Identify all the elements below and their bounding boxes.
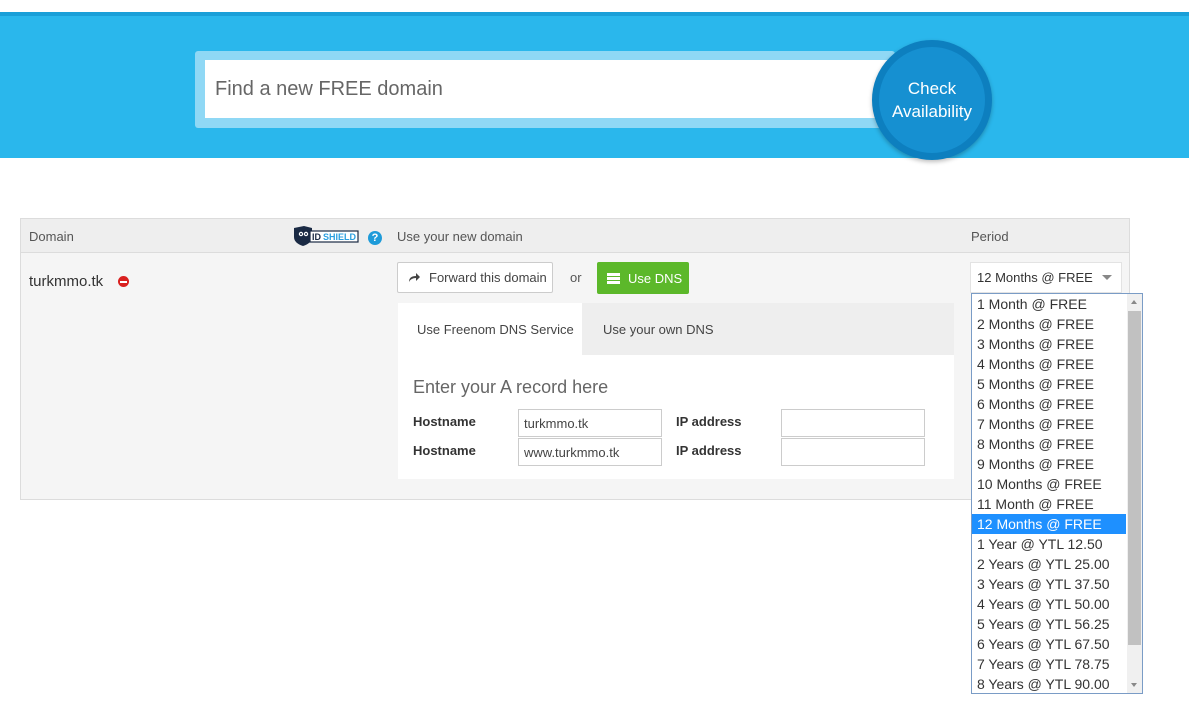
ip-address-label: IP address [676, 443, 742, 458]
tab-freenom-dns[interactable]: Use Freenom DNS Service [398, 303, 582, 355]
svg-text:SHIELD: SHIELD [323, 232, 357, 242]
period-option[interactable]: 11 Month @ FREE [972, 494, 1126, 514]
period-option[interactable]: 8 Months @ FREE [972, 434, 1126, 454]
check-availability-label-line1: Check [907, 79, 957, 98]
header-use-domain: Use your new domain [397, 229, 523, 244]
a-record-title: Enter your A record here [413, 377, 609, 397]
period-option[interactable]: 8 Years @ YTL 90.00 [972, 674, 1126, 693]
period-option[interactable]: 4 Years @ YTL 50.00 [972, 594, 1126, 614]
search-hero: Check Availability [0, 12, 1189, 160]
or-text: or [570, 270, 582, 285]
domain-search-input[interactable] [205, 60, 905, 118]
period-option[interactable]: 9 Months @ FREE [972, 454, 1126, 474]
period-option-selected[interactable]: 12 Months @ FREE [972, 514, 1126, 534]
dns-panel: Use Freenom DNS Service Use your own DNS… [398, 303, 954, 479]
list-icon [607, 272, 620, 284]
scroll-down-arrow-icon[interactable] [1127, 677, 1142, 693]
header-domain: Domain [29, 229, 74, 244]
period-option[interactable]: 10 Months @ FREE [972, 474, 1126, 494]
use-dns-label: Use DNS [628, 270, 683, 286]
period-option[interactable]: 3 Years @ YTL 37.50 [972, 574, 1126, 594]
idshield-logo: ID SHIELD [294, 226, 359, 246]
scroll-thumb[interactable] [1128, 311, 1141, 645]
ip-address-field[interactable] [781, 409, 925, 437]
period-option[interactable]: 1 Year @ YTL 12.50 [972, 534, 1126, 554]
period-option[interactable]: 2 Months @ FREE [972, 314, 1126, 334]
ip-address-label: IP address [676, 414, 742, 429]
search-bar [195, 51, 905, 128]
forward-arrow-icon [409, 273, 420, 282]
ip-address-field[interactable] [781, 438, 925, 466]
forward-domain-button[interactable]: Forward this domain [397, 262, 553, 293]
period-option[interactable]: 7 Years @ YTL 78.75 [972, 654, 1126, 674]
period-option[interactable]: 5 Months @ FREE [972, 374, 1126, 394]
check-availability-button[interactable]: Check Availability [872, 40, 992, 160]
top-white-strip [0, 0, 1189, 12]
domain-name: turkmmo.tk [29, 273, 104, 290]
a-record-form: Enter your A record here Hostname IP add… [398, 355, 954, 479]
period-option[interactable]: 3 Months @ FREE [972, 334, 1126, 354]
dns-tabs: Use Freenom DNS Service Use your own DNS [398, 303, 954, 355]
period-option[interactable]: 1 Month @ FREE [972, 294, 1126, 314]
table-header: Domain ID SHIELD ? Use your new domain P… [21, 219, 1129, 253]
domain-table: Domain ID SHIELD ? Use your new domain P… [20, 218, 1130, 500]
period-option[interactable]: 5 Years @ YTL 56.25 [972, 614, 1126, 634]
period-option[interactable]: 6 Months @ FREE [972, 394, 1126, 414]
hostname-field[interactable] [518, 409, 662, 437]
use-dns-button[interactable]: Use DNS [597, 262, 689, 294]
chevron-down-icon [1102, 275, 1112, 280]
forward-domain-label: Forward this domain [429, 270, 547, 285]
header-period: Period [971, 229, 1009, 244]
period-selected-value: 12 Months @ FREE [977, 270, 1093, 285]
hostname-label: Hostname [413, 414, 476, 429]
period-dropdown-list: 1 Month @ FREE 2 Months @ FREE 3 Months … [971, 293, 1143, 694]
period-option[interactable]: 6 Years @ YTL 67.50 [972, 634, 1126, 654]
hostname-label: Hostname [413, 443, 476, 458]
period-option[interactable]: 2 Years @ YTL 25.00 [972, 554, 1126, 574]
check-availability-label-line2: Availability [891, 102, 972, 121]
period-option[interactable]: 4 Months @ FREE [972, 354, 1126, 374]
period-option[interactable]: 7 Months @ FREE [972, 414, 1126, 434]
dropdown-scrollbar[interactable] [1127, 294, 1142, 693]
help-icon[interactable]: ? [368, 231, 382, 245]
tab-own-dns[interactable]: Use your own DNS [603, 303, 714, 355]
hostname-field[interactable] [518, 438, 662, 466]
remove-domain-icon[interactable] [118, 276, 129, 287]
scroll-up-arrow-icon[interactable] [1127, 294, 1142, 310]
period-select[interactable]: 12 Months @ FREE [970, 262, 1122, 293]
svg-text:ID: ID [312, 232, 322, 242]
